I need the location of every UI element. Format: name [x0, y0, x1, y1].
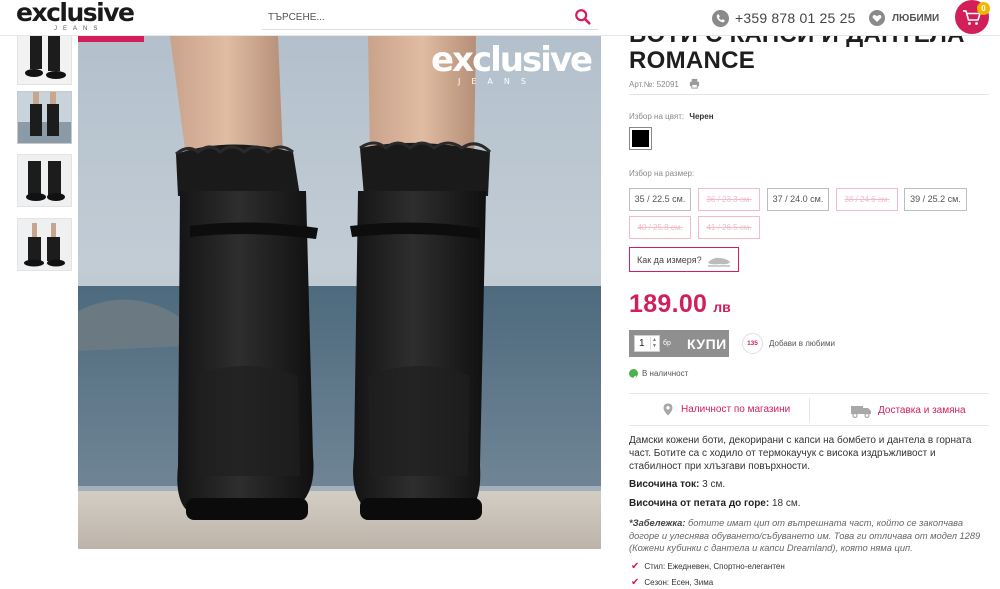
color-label-text: Избор на цвят: — [629, 112, 685, 121]
stock-status: В наличност — [629, 369, 689, 381]
add-to-favorites-button[interactable]: 135 Добави в любими — [742, 333, 835, 354]
feature-text: Сезон: Есен, Зима — [644, 578, 714, 587]
store-availability-label: Наличност по магазини — [681, 404, 791, 415]
favorites-link[interactable]: ЛЮБИМИ — [869, 8, 939, 28]
quantity-value: 1 — [639, 338, 645, 349]
feature-item: ✔ Сезон: Есен, Зима — [631, 577, 713, 588]
watermark-logo: exclusive — [431, 40, 592, 80]
thumbnail-2[interactable] — [17, 91, 72, 144]
info-links-bar: Наличност по магазини Доставка и замяна — [629, 393, 989, 426]
heart-icon — [869, 10, 885, 26]
product-description: Дамски кожени боти, декорирани с капси н… — [629, 435, 972, 472]
thumbnail-image — [18, 219, 71, 270]
product-note: *Забележка: ботите имат цип от вътрешнат… — [629, 517, 991, 555]
quantity-unit: бр — [663, 340, 671, 347]
add-to-favorites-label: Добави в любими — [769, 339, 835, 348]
site-header: exclusive JEANS +359 878 01 25 25 ЛЮБИМИ… — [0, 0, 1000, 36]
product-sku: Арт.№: 52091 — [629, 80, 679, 89]
size-selector-label: Избор на размер: — [629, 169, 695, 178]
search-icon[interactable] — [574, 8, 592, 26]
color-selector-label: Избор на цвят: Черен — [629, 112, 714, 121]
divider — [629, 94, 989, 95]
size-option[interactable]: 37 / 24.0 см. — [767, 188, 829, 211]
check-circle-icon — [629, 369, 638, 381]
search-input[interactable] — [268, 9, 558, 25]
check-icon: ✔ — [631, 561, 640, 572]
thumbnail-image — [18, 155, 71, 206]
feature-text: Стил: Ежедневен, Спортно-елегантен — [644, 562, 785, 571]
logo-subtitle: JEANS — [54, 26, 104, 32]
thumbnail-image — [18, 92, 71, 143]
spec-height: Височина от петата до горе: 18 см. — [629, 498, 801, 509]
feature-item: ✔ Стил: Ежедневен, Спортно-елегантен — [631, 561, 785, 572]
size-option[interactable]: 35 / 22.5 см. — [629, 188, 691, 211]
phone-contact[interactable]: +359 878 01 25 25 — [712, 8, 856, 28]
favorites-label: ЛЮБИМИ — [892, 12, 940, 24]
size-option[interactable]: 39 / 25.2 см. — [904, 188, 967, 211]
how-to-measure-button[interactable]: Как да измеря? — [629, 247, 739, 272]
size-option[interactable]: 40 / 25.8 см. — [629, 216, 691, 239]
cart-button[interactable]: 0 — [955, 0, 990, 34]
delivery-exchange-label: Доставка и замяна — [878, 405, 966, 416]
store-availability-link[interactable]: Наличност по магазини — [663, 403, 790, 416]
thumbnail-4[interactable] — [17, 218, 72, 271]
stock-label: В наличност — [642, 369, 689, 378]
logo-text: exclusive — [16, 0, 135, 27]
product-main-image[interactable]: exclusive JEANS — [78, 36, 601, 549]
quantity-stepper[interactable]: 1 ▲ ▼ — [634, 335, 660, 352]
delivery-exchange-link[interactable]: Доставка и замяна — [850, 403, 966, 418]
size-option[interactable]: 41 / 26.5 см. — [698, 216, 760, 239]
check-icon: ✔ — [631, 577, 640, 588]
selected-color: Черен — [689, 112, 714, 121]
note-label: *Забележка: — [629, 518, 686, 528]
quantity-arrows-icon[interactable]: ▲ ▼ — [650, 337, 658, 350]
size-option[interactable]: 36 / 23.3 см. — [698, 188, 760, 211]
thumbnail-image — [18, 33, 71, 84]
phone-icon — [712, 9, 729, 27]
location-pin-icon — [663, 403, 673, 416]
thumbnail-3[interactable] — [17, 154, 72, 207]
print-icon[interactable] — [689, 78, 700, 89]
phone-number: +359 878 01 25 25 — [735, 10, 856, 26]
product-title-line2: ROMANCE — [629, 47, 756, 74]
link-divider — [809, 398, 810, 422]
spec-heel-label: Височина ток: — [629, 479, 700, 490]
measure-label: Как да измеря? — [637, 255, 702, 265]
spec-heel: Височина ток: 3 см. — [629, 479, 725, 490]
watermark-subtitle: JEANS — [457, 77, 537, 86]
foot-measure-icon — [708, 257, 730, 267]
cart-count-badge: 0 — [977, 2, 990, 15]
price-currency: лв — [713, 299, 731, 315]
spec-height-label: Височина от петата до горе: — [629, 498, 770, 509]
color-swatch-black[interactable] — [629, 127, 652, 150]
spec-heel-value: 3 см. — [702, 479, 726, 490]
truck-icon — [851, 406, 871, 418]
product-photo: exclusive JEANS — [78, 36, 601, 549]
search-box — [262, 4, 598, 30]
buy-box: 1 ▲ ▼ бр КУПИ — [629, 330, 729, 357]
favorites-count-badge: 135 — [742, 333, 763, 354]
buy-button[interactable]: КУПИ — [687, 336, 727, 352]
size-option[interactable]: 38 / 24.6 см. — [836, 188, 898, 211]
product-price: 189.00 лв — [629, 290, 731, 319]
logo[interactable]: exclusive JEANS — [16, 0, 135, 34]
price-value: 189.00 — [629, 290, 708, 318]
image-badge — [78, 36, 144, 42]
thumbnail-1[interactable] — [17, 32, 72, 85]
spec-height-value: 18 см. — [771, 498, 801, 509]
